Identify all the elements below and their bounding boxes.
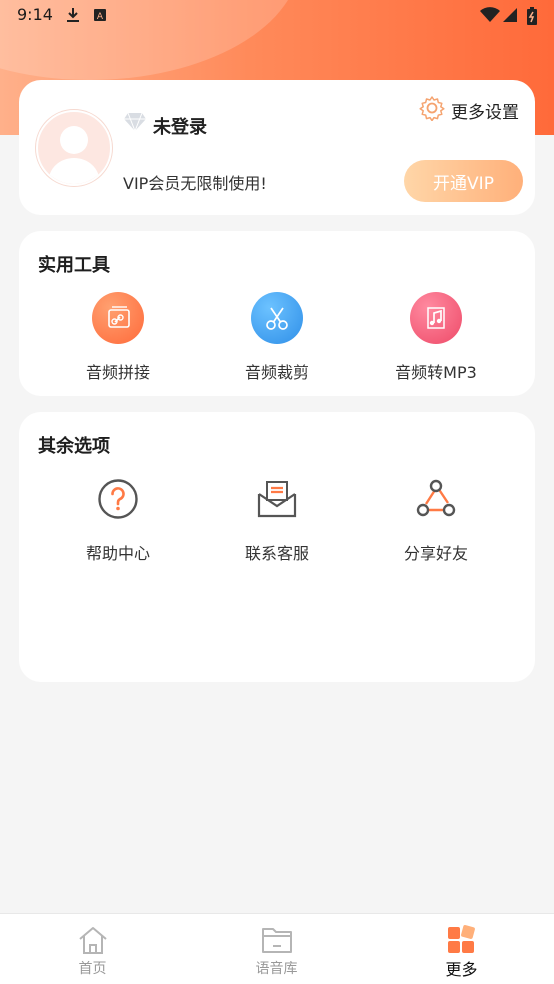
other-section-title: 其余选项 xyxy=(38,436,110,457)
mail-icon xyxy=(250,472,304,526)
tools-card: 实用工具 音频拼接 音频裁剪 音频转MP3 xyxy=(19,231,535,396)
settings-button[interactable]: 更多设置 xyxy=(419,95,519,126)
nav-label: 更多 xyxy=(445,960,478,979)
profile-card: 未登录 VIP会员无限制使用! 更多设置 开通VIP xyxy=(19,80,535,215)
nav-label: 语音库 xyxy=(255,961,298,977)
nav-home[interactable]: 首页 xyxy=(0,914,185,984)
option-contact-support[interactable]: 联系客服 xyxy=(197,472,357,564)
login-status[interactable]: 未登录 xyxy=(153,113,207,139)
wifi-icon xyxy=(480,7,500,27)
option-share-friends[interactable]: 分享好友 xyxy=(356,472,516,564)
nav-label: 首页 xyxy=(78,961,107,977)
option-help-center[interactable]: 帮助中心 xyxy=(38,472,198,564)
folder-icon xyxy=(261,925,293,959)
avatar[interactable] xyxy=(36,110,112,186)
more-grid-icon xyxy=(446,925,478,959)
tool-audio-to-mp3[interactable]: 音频转MP3 xyxy=(356,291,516,383)
svg-text:A: A xyxy=(97,12,104,22)
link-icon xyxy=(92,292,144,344)
open-vip-button[interactable]: 开通VIP xyxy=(404,160,523,202)
tool-audio-join[interactable]: 音频拼接 xyxy=(38,291,198,383)
tools-section-title: 实用工具 xyxy=(38,255,110,276)
tool-label: 音频裁剪 xyxy=(244,363,309,382)
option-label: 分享好友 xyxy=(403,544,468,563)
option-label: 联系客服 xyxy=(244,544,309,563)
tool-audio-cut[interactable]: 音频裁剪 xyxy=(197,291,357,383)
diamond-icon xyxy=(123,112,147,136)
nav-voice-library[interactable]: 语音库 xyxy=(184,914,369,984)
vip-description: VIP会员无限制使用! xyxy=(123,174,267,193)
download-icon xyxy=(66,7,80,27)
status-time: 9:14 xyxy=(17,5,53,24)
scissors-icon xyxy=(251,292,303,344)
signal-icon xyxy=(502,7,518,27)
help-icon xyxy=(91,472,145,526)
share-icon xyxy=(409,472,463,526)
battery-icon xyxy=(527,7,537,29)
tool-label: 音频转MP3 xyxy=(395,363,477,382)
home-icon xyxy=(77,925,109,959)
more-screen: 9:14 A 未登录 VIP会员无限制使用! 更多设置 开通VIP 实用工具 音… xyxy=(0,0,554,984)
settings-label: 更多设置 xyxy=(451,102,519,123)
nav-more[interactable]: 更多 xyxy=(369,914,554,984)
status-bar: 9:14 A xyxy=(0,0,554,32)
other-options-card: 其余选项 帮助中心 联系客服 分享好友 xyxy=(19,412,535,682)
option-label: 帮助中心 xyxy=(85,544,150,563)
music-note-icon xyxy=(410,292,462,344)
bottom-nav: 首页 语音库 更多 xyxy=(0,913,554,984)
gear-icon xyxy=(419,95,445,126)
keyboard-a-icon: A xyxy=(93,7,107,27)
tool-label: 音频拼接 xyxy=(85,363,150,382)
